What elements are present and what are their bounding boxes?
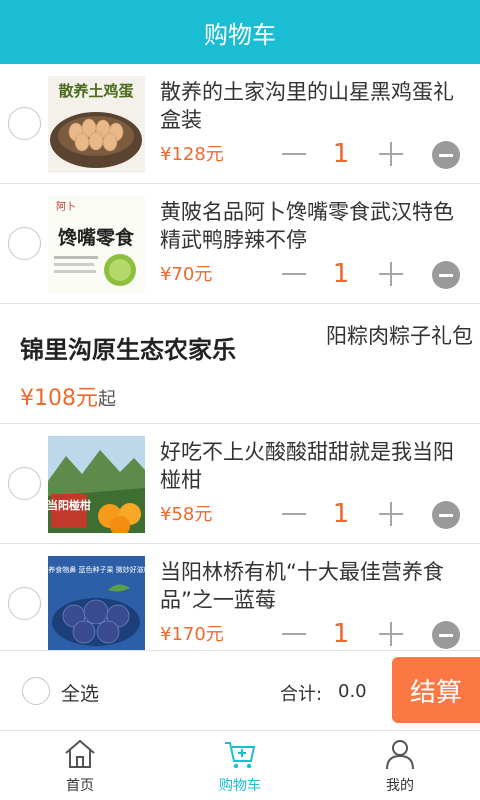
remove-icon [439,514,453,517]
select-all-label[interactable]: 全选 [61,679,99,706]
shop-name: 锦里沟原生态农家乐 [20,336,236,364]
increase-qty-button[interactable] [376,254,406,294]
shop-price-suffix: 起 [98,389,116,410]
cart-item-list[interactable]: 散养土鸡蛋 散养的土家沟里的山星黑鸡蛋礼盒装 ¥128元 1 阿卜 馋嘴零食 黄… [0,64,480,650]
product-price: ¥70元 [160,264,213,285]
item-select-radio[interactable] [8,467,41,500]
cart-item: 阿卜 馋嘴零食 黄陂名品阿卜馋嘴零食武汉特色精武鸭脖辣不停 ¥70元 1 [0,184,480,304]
product-name[interactable]: 好吃不上火酸酸甜甜就是我当阳椪柑 [160,438,472,494]
increase-qty-button[interactable] [376,134,406,174]
decrease-qty-button[interactable] [279,494,309,534]
product-name[interactable]: 当阳林桥有机“十大最佳营养食品”之一蓝莓 [160,558,472,614]
remove-icon [439,154,453,157]
item-select-radio[interactable] [8,587,41,620]
product-image-eggs[interactable]: 散养土鸡蛋 [48,76,145,173]
increase-qty-button[interactable] [376,494,406,534]
product-price: ¥58元 [160,504,213,525]
quantity-value: 1 [332,139,350,169]
cart-icon [225,742,256,769]
remove-item-button[interactable] [432,501,460,529]
blueberry-slogan-text: 营养食物鼻 蓝色种子果 微妙好滋味 [48,565,145,574]
minus-icon [282,153,306,155]
remove-icon [439,634,453,637]
cart-summary-bar: 全选 合计: 0.0 结算 [0,650,480,730]
partial-product-name: 阳粽肉粽子礼包 [326,324,473,348]
tab-cart-label: 购物车 [219,778,261,794]
quantity-value: 1 [332,619,350,649]
product-price: ¥170元 [160,624,224,645]
remove-item-button[interactable] [432,261,460,289]
shop-price-value: ¥108元 [20,386,98,411]
remove-item-button[interactable] [432,621,460,649]
select-all-radio[interactable] [22,677,50,705]
quantity-value: 1 [332,259,350,289]
top-app-bar: 购物车 [0,0,480,64]
bottom-tab-bar: 首页 购物车 我的 [0,730,480,800]
remove-item-button[interactable] [432,141,460,169]
snack-brand-text: 阿卜 [56,201,76,213]
total-label: 合计: [280,684,323,705]
item-select-radio[interactable] [8,107,41,140]
product-name[interactable]: 散养的土家沟里的山星黑鸡蛋礼盒装 [160,78,472,134]
product-image-snack[interactable]: 阿卜 馋嘴零食 [48,196,145,293]
cart-item: 当阳椪柑 好吃不上火酸酸甜甜就是我当阳椪柑 ¥58元 1 [0,424,480,544]
shop-promo-overlay[interactable]: 阳粽肉粽子礼包 锦里沟原生态农家乐 ¥108元起 [0,306,480,422]
product-price: ¥128元 [160,144,224,165]
cart-item: 散养土鸡蛋 散养的土家沟里的山星黑鸡蛋礼盒装 ¥128元 1 [0,64,480,184]
cart-item: 营养食物鼻 蓝色种子果 微妙好滋味 当阳林桥有机“十大最佳营养食品”之一蓝莓 ¥… [0,544,480,650]
tab-home-label: 首页 [66,778,94,794]
shop-price: ¥108元起 [20,380,116,412]
product-image-oranges[interactable]: 当阳椪柑 [48,436,145,533]
tab-profile[interactable]: 我的 [320,731,480,800]
tab-cart[interactable]: 购物车 [160,731,320,800]
decrease-qty-button[interactable] [279,614,309,650]
item-select-radio[interactable] [8,227,41,260]
total-value: 0.0 [338,681,367,702]
tab-home[interactable]: 首页 [0,731,160,800]
remove-icon [439,274,453,277]
increase-qty-button[interactable] [376,614,406,650]
minus-icon [282,513,306,515]
minus-icon [282,633,306,635]
orange-label-text: 当阳椪柑 [48,498,91,512]
product-image-blueberries[interactable]: 营养食物鼻 蓝色种子果 微妙好滋味 [48,556,145,650]
home-icon [65,739,95,768]
snack-title-text: 馋嘴零食 [58,226,135,249]
checkout-button[interactable]: 结算 [392,657,480,723]
page-title: 购物车 [204,20,276,49]
eggs-brand-text: 散养土鸡蛋 [58,82,133,100]
user-icon [386,740,414,770]
decrease-qty-button[interactable] [279,254,309,294]
minus-icon [282,273,306,275]
tab-profile-label: 我的 [386,778,414,794]
decrease-qty-button[interactable] [279,134,309,174]
product-name[interactable]: 黄陂名品阿卜馋嘴零食武汉特色精武鸭脖辣不停 [160,198,472,254]
quantity-value: 1 [332,499,350,529]
